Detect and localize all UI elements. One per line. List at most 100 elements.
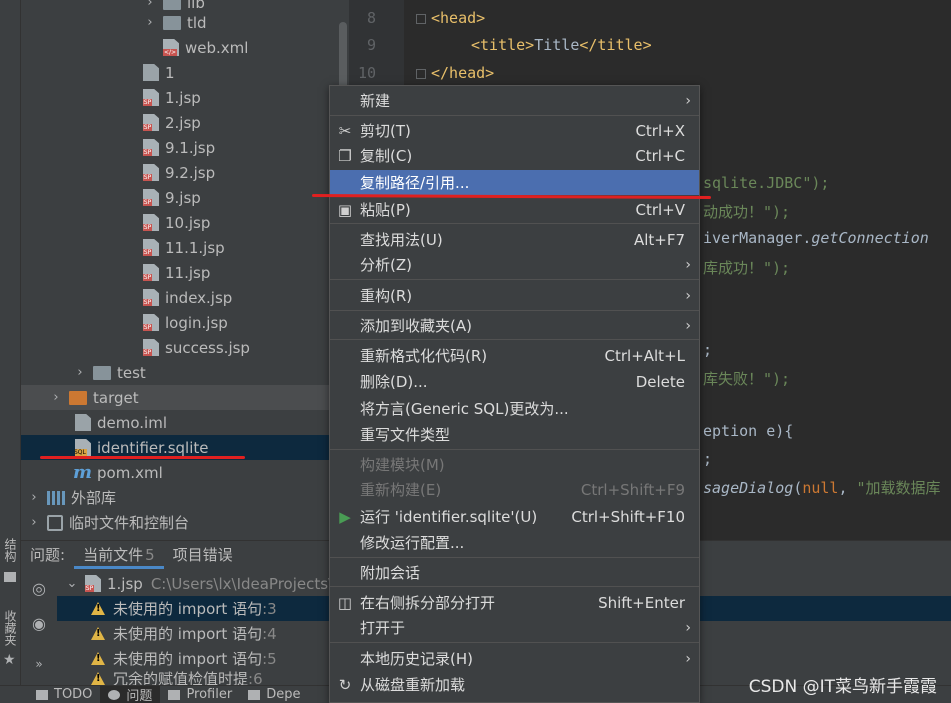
chevron-right-icon[interactable]: › (143, 15, 157, 30)
menu-item-new[interactable]: 新建 › (330, 88, 699, 113)
chevron-right-icon: › (685, 650, 691, 667)
watermark: CSDN @IT菜鸟新手霞霞 (748, 677, 937, 697)
code-fragment: sqlite.JDBC"); (703, 174, 830, 192)
menu-item-modify-run-config[interactable]: 修改运行配置... (330, 530, 699, 555)
tree-row-scratches[interactable]: › 临时文件和控制台 (21, 510, 337, 535)
tree-row-success-jsp[interactable]: success.jsp (21, 335, 337, 360)
context-menu: 新建 › ✂ 剪切(T) Ctrl+X ❐ 复制(C) Ctrl+C 复制路径/引用...… (329, 85, 700, 703)
tree-row-test[interactable]: › test (21, 360, 337, 385)
menu-item-cut[interactable]: ✂ 剪切(T) Ctrl+X (330, 118, 699, 143)
code-line-8: <head> (431, 9, 486, 27)
chevron-right-icon[interactable]: › (27, 490, 41, 505)
iml-file-icon (75, 414, 91, 431)
menu-item-add-to-favorites[interactable]: 添加到收藏夹(A) › (330, 313, 699, 338)
tree-row-9-2-jsp[interactable]: 9.2.jsp (21, 160, 337, 185)
red-underline-annotation (40, 456, 245, 459)
tree-row-2-jsp[interactable]: 2.jsp (21, 110, 337, 135)
problem-line: :4 (262, 624, 277, 643)
tree-row-11-jsp[interactable]: 11.jsp (21, 260, 337, 285)
jsp-file-icon (143, 214, 159, 231)
menu-item-open-split-right[interactable]: ◫ 在右侧拆分部分打开 Shift+Enter (330, 590, 699, 615)
tree-row-target[interactable]: › target (21, 385, 337, 410)
chevron-right-icon[interactable]: › (73, 365, 87, 380)
chevron-right-icon: › (685, 317, 691, 334)
problem-line: :6 (248, 671, 263, 686)
profiler-tool-button[interactable]: Profiler (160, 686, 240, 703)
tree-row-file-1[interactable]: 1 (21, 60, 337, 85)
jsp-file-icon (143, 164, 159, 181)
menu-item-run[interactable]: ▶ 运行 'identifier.sqlite'(U) Ctrl+Shift+F10 (330, 504, 699, 529)
jsp-file-icon (143, 264, 159, 281)
tree-row-login-jsp[interactable]: login.jsp (21, 310, 337, 335)
tab-project-errors[interactable]: 项目错误 (164, 541, 242, 569)
menu-separator (330, 339, 699, 340)
expand-more-icon[interactable]: » (29, 657, 49, 677)
tree-row-9-1-jsp[interactable]: 9.1.jsp (21, 135, 337, 160)
paste-icon: ▣ (337, 200, 353, 219)
menu-item-change-dialect[interactable]: 将方言(Generic SQL)更改为... (330, 396, 699, 421)
fold-marker-icon[interactable] (416, 14, 426, 24)
problem-file-name: 1.jsp (107, 574, 143, 593)
tree-row-label: 外部库 (71, 489, 117, 507)
menu-item-delete[interactable]: 删除(D)... Delete (330, 369, 699, 394)
run-icon: ▶ (339, 507, 351, 526)
tree-row-9-jsp[interactable]: 9.jsp (21, 185, 337, 210)
menu-separator (330, 557, 699, 558)
warning-icon (91, 602, 105, 615)
fold-marker-icon[interactable] (416, 69, 426, 79)
todo-tool-button[interactable]: TODO (28, 686, 100, 703)
tree-row-web-xml[interactable]: web.xml (21, 35, 337, 60)
problems-tool-button[interactable]: 问题 (100, 685, 161, 703)
menu-item-local-history[interactable]: 本地历史记录(H) › (330, 646, 699, 671)
jsp-file-icon (143, 89, 159, 106)
tree-row-label: 1.jsp (165, 88, 201, 107)
jsp-file-icon (143, 289, 159, 306)
jsp-file-icon (143, 239, 159, 256)
tree-row-label: 9.1.jsp (165, 138, 216, 157)
structure-tab[interactable]: 结构 (2, 538, 19, 562)
favorites-tab[interactable]: 收藏夹 (2, 610, 19, 646)
eye-icon[interactable]: ◉ (29, 614, 49, 634)
menu-item-copy-path[interactable]: 复制路径/引用... (330, 170, 699, 195)
menu-item-refactor[interactable]: 重构(R) › (330, 283, 699, 308)
menu-item-analyze[interactable]: 分析(Z) › (330, 252, 699, 277)
menu-item-open-in[interactable]: 打开于 › (330, 615, 699, 640)
menu-item-copy[interactable]: ❐ 复制(C) Ctrl+C (330, 143, 699, 168)
menu-item-find-usages[interactable]: 查找用法(U) Alt+F7 (330, 227, 699, 252)
tree-row-1-jsp[interactable]: 1.jsp (21, 85, 337, 110)
chevron-right-icon[interactable]: › (27, 515, 41, 530)
menu-item-attach-session[interactable]: 附加会话 (330, 560, 699, 585)
dependencies-tool-button[interactable]: Depe (240, 686, 308, 703)
project-panel: ›lib ›tld web.xml 1 1.jsp 2.jsp 9.1.jsp … (21, 0, 337, 540)
code-fragment: ; (703, 341, 713, 359)
tree-row-index-jsp[interactable]: index.jsp (21, 285, 337, 310)
menu-item-override-file-type[interactable]: 重写文件类型 (330, 422, 699, 447)
menu-item-reformat-code[interactable]: 重新格式化代码(R) Ctrl+Alt+L (330, 343, 699, 368)
profiler-icon (168, 689, 181, 700)
inspection-icon[interactable]: ◎ (29, 579, 49, 599)
tab-current-file[interactable]: 当前文件 5 (74, 541, 164, 569)
folder-icon (163, 0, 181, 10)
tree-row-11-1-jsp[interactable]: 11.1.jsp (21, 235, 337, 260)
warning-icon (91, 672, 105, 685)
copy-icon: ❐ (338, 146, 352, 165)
line-number: 9 (366, 36, 376, 54)
library-icon (47, 490, 65, 505)
tree-row-external-libraries[interactable]: › 外部库 (21, 485, 337, 510)
folder-icon (163, 15, 181, 30)
tree-row-label: index.jsp (165, 288, 233, 307)
star-icon: ★ (3, 652, 16, 668)
menu-item-paste[interactable]: ▣ 粘贴(P) Ctrl+V (330, 197, 699, 222)
layers-icon (248, 689, 261, 700)
tree-row-pom-xml[interactable]: m pom.xml (21, 460, 337, 485)
chevron-down-icon[interactable]: ⌄ (65, 576, 79, 591)
menu-item-reload-from-disk[interactable]: ↻ 从磁盘重新加载 (330, 672, 699, 697)
tree-row-demo-iml[interactable]: demo.iml (21, 410, 337, 435)
chevron-right-icon[interactable]: › (143, 0, 157, 10)
tree-row-tld[interactable]: › tld (21, 10, 337, 35)
tree-row-10-jsp[interactable]: 10.jsp (21, 210, 337, 235)
chevron-right-icon[interactable]: › (49, 390, 63, 405)
chevron-right-icon: › (685, 619, 691, 636)
menu-separator (330, 449, 699, 450)
jsp-file-icon (143, 139, 159, 156)
